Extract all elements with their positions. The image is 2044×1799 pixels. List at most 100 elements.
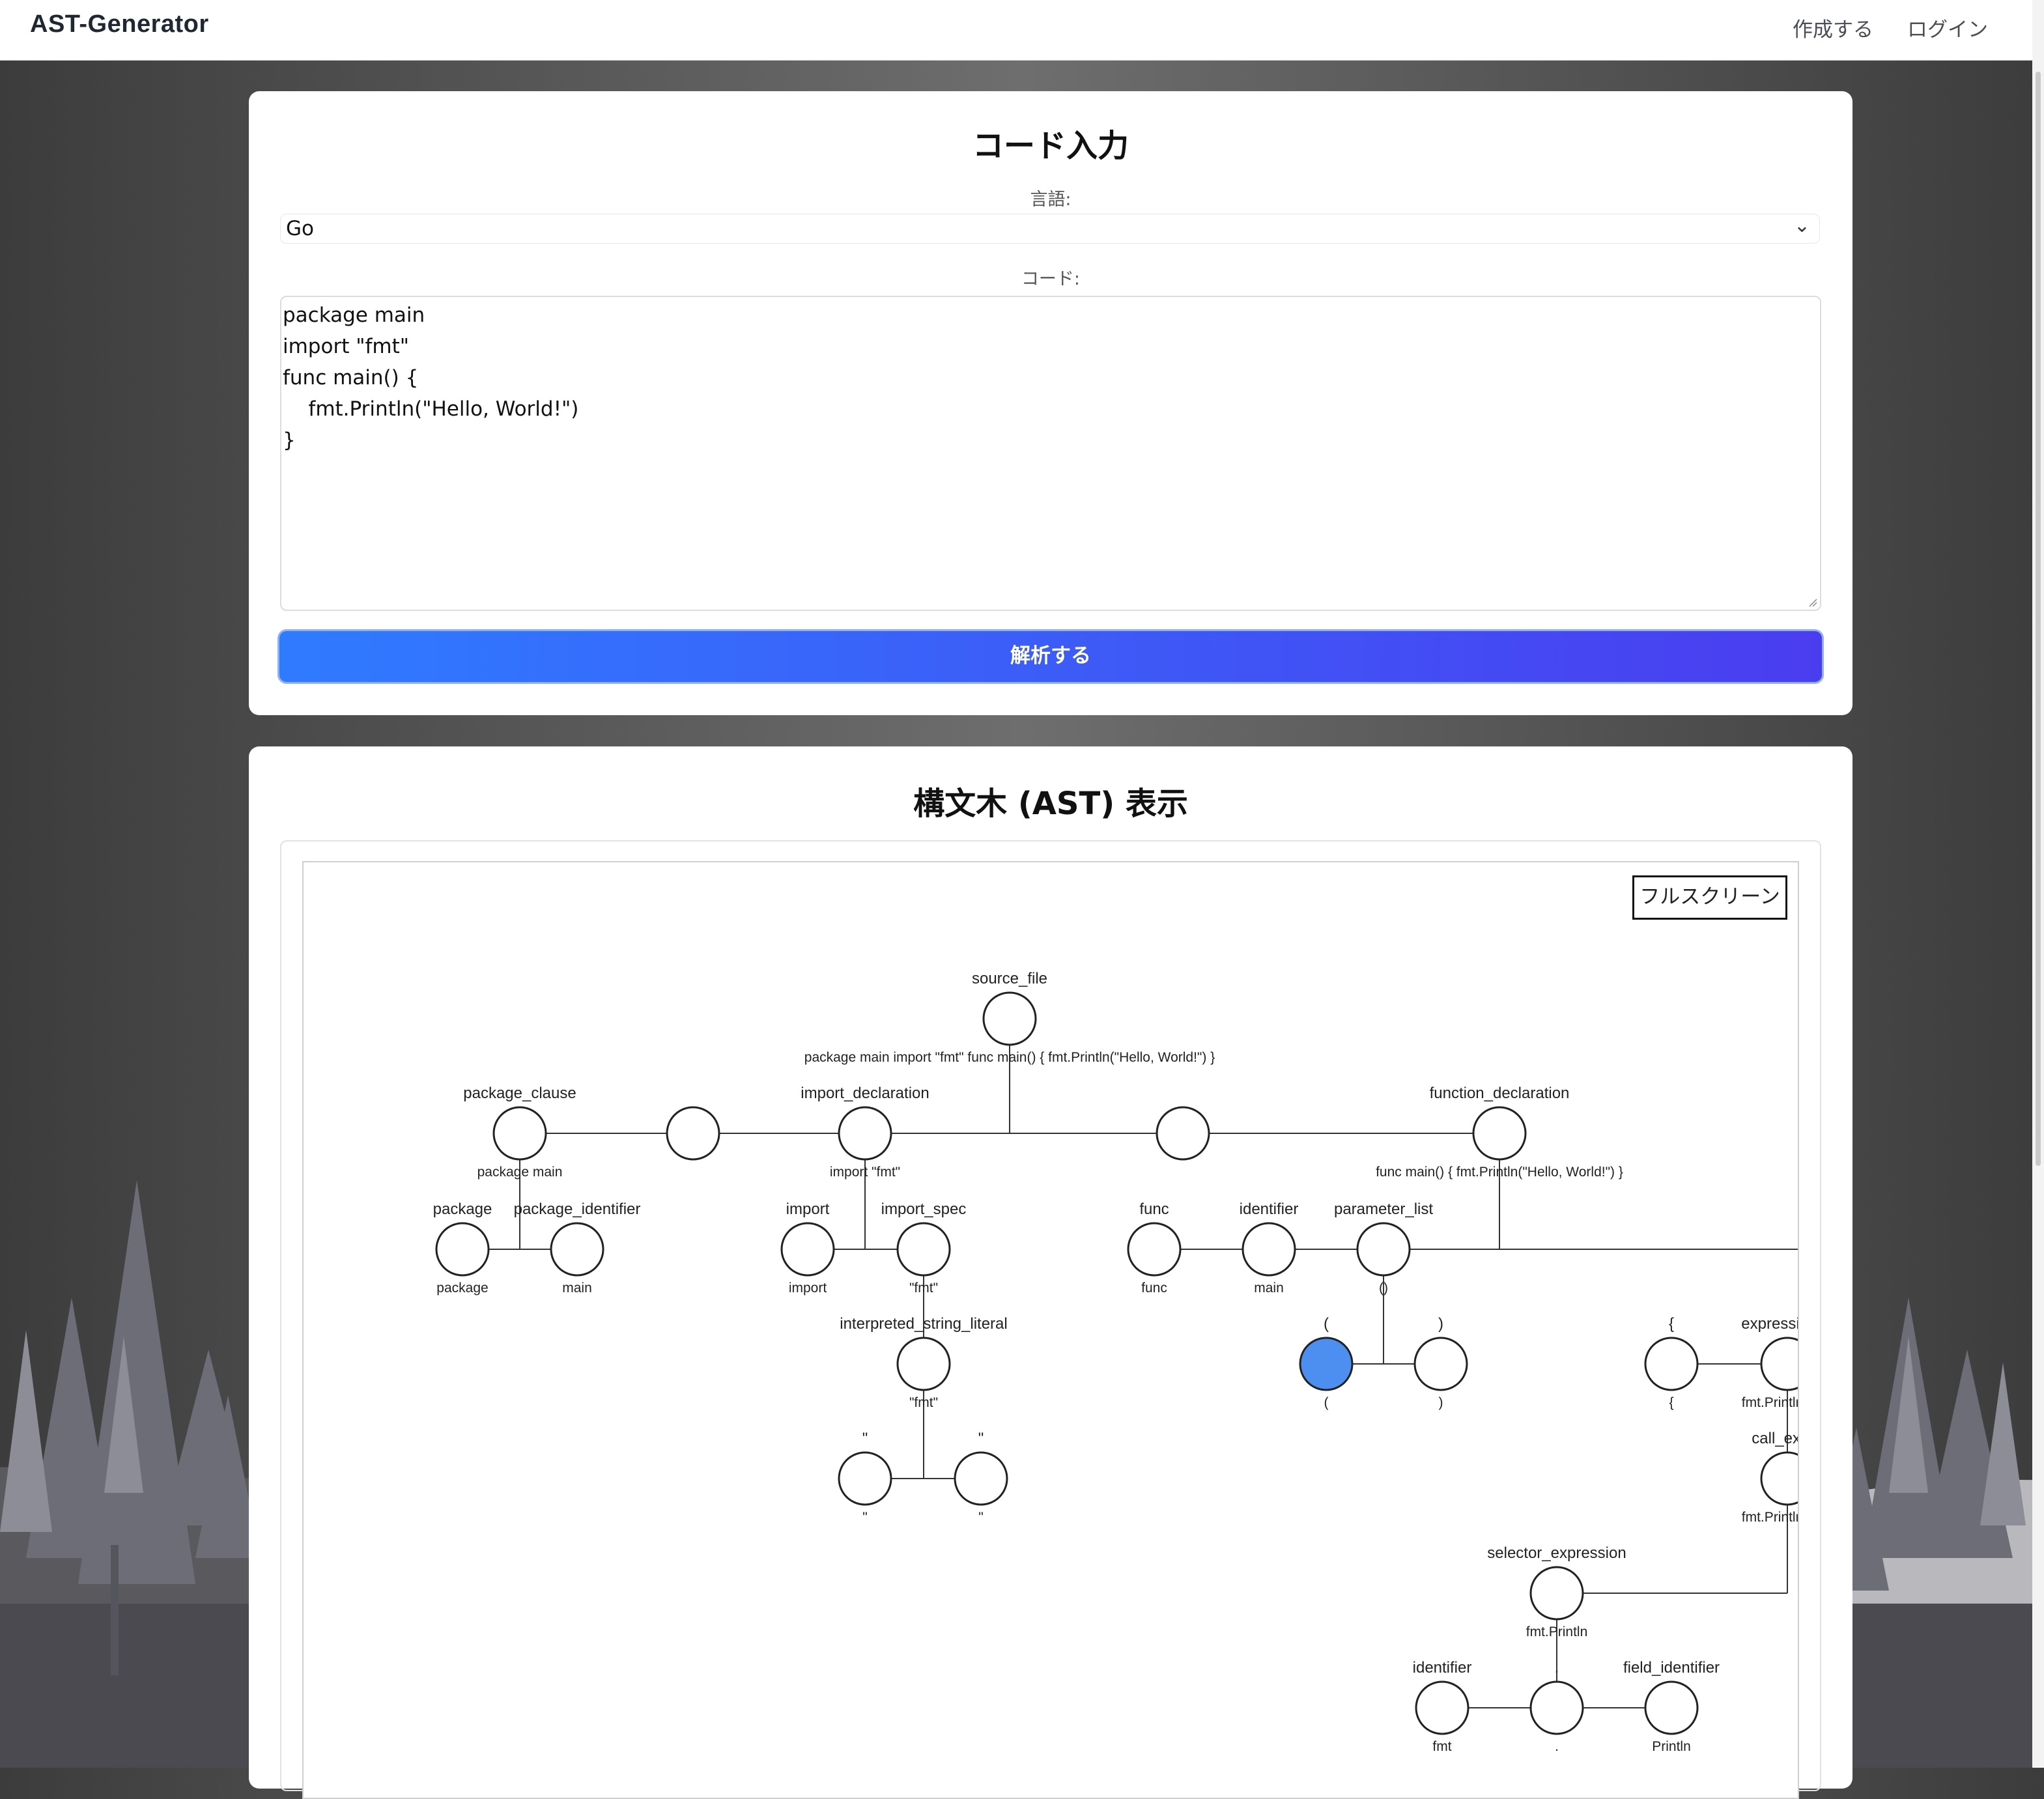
ast-node-source-text: package	[436, 1281, 488, 1296]
ast-node-paren-open[interactable]: ((	[1299, 1315, 1354, 1410]
ast-node-circle[interactable]	[1644, 1680, 1699, 1735]
ast-node-circle[interactable]	[780, 1222, 835, 1277]
ast-node-circle[interactable]	[1356, 1222, 1411, 1277]
ast-node-source-text: main	[1254, 1281, 1284, 1296]
ast-node-func[interactable]: func func	[1127, 1200, 1182, 1296]
ast-node-source-text: main	[562, 1281, 592, 1296]
ast-node-circle[interactable]	[492, 1106, 547, 1161]
ast-node-package-clause[interactable]: package_clausepackage main	[463, 1084, 576, 1180]
code-line: }	[283, 429, 296, 452]
ast-node-source-text: {	[1669, 1395, 1673, 1410]
ast-node-function-declaration[interactable]: function_declarationfunc main() { fmt.Pr…	[1376, 1084, 1623, 1180]
ast-node-circle[interactable]	[1529, 1680, 1584, 1735]
analyze-button[interactable]: 解析する	[277, 629, 1824, 684]
ast-node-source-text: ()	[1379, 1281, 1388, 1296]
ast-node-source-text: fmt.Println	[1526, 1624, 1588, 1639]
ast-node-circle[interactable]	[1299, 1337, 1354, 1391]
ast-node-circle[interactable]	[1127, 1222, 1182, 1277]
ast-node-sep1[interactable]	[666, 1106, 720, 1161]
ast-node-source-text: import "fmt"	[830, 1165, 900, 1180]
page-scrollbar-thumb[interactable]	[2036, 72, 2041, 1166]
ast-node-type-label: import_declaration	[801, 1084, 929, 1102]
nav-create-link[interactable]: 作成する	[1793, 13, 1873, 42]
ast-node-circle[interactable]	[1760, 1337, 1799, 1391]
ast-display-card: 構文木 (AST) 表示 フルスクリーン source_file package …	[249, 746, 1852, 1799]
ast-node-circle[interactable]	[954, 1451, 1008, 1506]
ast-node-type-label: field_identifier	[1623, 1659, 1720, 1677]
ast-node-type-label: "	[862, 1430, 868, 1447]
ast-node-identifier-fmt[interactable]: identifier fmt	[1413, 1659, 1472, 1754]
ast-node-quote-close[interactable]: ""	[954, 1430, 1008, 1525]
ast-node-dot[interactable]: ..	[1529, 1659, 1584, 1754]
ast-node-type-label: interpreted_string_literal	[840, 1315, 1007, 1333]
ast-node-parameter-list[interactable]: parameter_list ()	[1334, 1200, 1433, 1296]
ast-node-type-label: selector_expression	[1487, 1544, 1626, 1562]
ast-node-source-text: (	[1324, 1395, 1329, 1410]
ast-node-selector-expression[interactable]: selector_expression fmt.Println	[1487, 1544, 1626, 1639]
language-label: 言語:	[1030, 190, 1072, 210]
ast-node-interpreted-string-literal[interactable]: interpreted_string_literal "fmt"	[840, 1315, 1007, 1410]
ast-node-circle[interactable]	[896, 1222, 951, 1277]
ast-node-source-text: import	[789, 1281, 827, 1296]
fullscreen-button[interactable]: フルスクリーン	[1632, 875, 1787, 920]
ast-node-type-label: )	[1438, 1315, 1443, 1333]
ast-node-package-identifier[interactable]: package_identifiermain	[514, 1200, 641, 1296]
ast-node-source-text: package main	[477, 1165, 563, 1180]
ast-node-brace-open[interactable]: {{	[1644, 1315, 1699, 1410]
ast-node-import-spec[interactable]: import_spec "fmt"	[881, 1200, 967, 1296]
ast-node-type-label: package	[433, 1200, 492, 1218]
code-input-card: コード入力 言語: Go ⌄ コード: package main import …	[249, 91, 1852, 715]
ast-node-import-declaration[interactable]: import_declarationimport "fmt"	[801, 1084, 929, 1180]
ast-node-field-identifier[interactable]: field_identifier Println	[1623, 1659, 1720, 1754]
ast-canvas[interactable]: フルスクリーン source_file package main import "…	[302, 861, 1799, 1799]
ast-node-identifier-main[interactable]: identifier main	[1240, 1200, 1299, 1296]
ast-node-type-label: package_clause	[463, 1084, 576, 1102]
language-select[interactable]: Go ⌄	[280, 214, 1820, 244]
ast-node-type-label: .	[1555, 1659, 1559, 1677]
ast-node-type-label: "	[978, 1430, 984, 1447]
ast-node-import[interactable]: import import	[780, 1200, 835, 1296]
ast-node-sep2[interactable]	[1156, 1106, 1210, 1161]
ast-node-circle[interactable]	[1413, 1337, 1468, 1391]
ast-node-circle[interactable]	[435, 1222, 490, 1277]
ast-node-source-text: fmt	[1432, 1739, 1451, 1754]
code-line: fmt.Println("Hello, World!")	[283, 397, 579, 421]
ast-node-source-text: "fmt"	[909, 1281, 938, 1296]
nav-login-link[interactable]: ログイン	[1907, 13, 1988, 42]
ast-node-expression-statement[interactable]: expression_s fmt.Println("Hel	[1741, 1315, 1799, 1410]
code-line: func main() {	[283, 366, 419, 390]
resize-grip-icon[interactable]	[1807, 597, 1817, 607]
ast-node-circle[interactable]	[1472, 1106, 1527, 1161]
ast-node-source-file[interactable]: source_filepackage main import "fmt" fun…	[804, 970, 1215, 1065]
ast-node-type-label: (	[1324, 1315, 1329, 1333]
ast-tree-svg[interactable]: source_filepackage main import "fmt" fun…	[304, 862, 1799, 1799]
ast-node-source-text: .	[1555, 1739, 1559, 1754]
ast-node-circle[interactable]	[838, 1451, 892, 1506]
ast-node-type-label: import	[786, 1200, 830, 1218]
ast-node-circle[interactable]	[1415, 1680, 1469, 1735]
ast-node-circle[interactable]	[1156, 1106, 1210, 1161]
top-navbar: AST-Generator 作成する ログイン	[0, 0, 2032, 61]
ast-node-circle[interactable]	[1760, 1451, 1799, 1506]
ast-node-package[interactable]: package package	[433, 1200, 492, 1296]
ast-node-type-label: expression_s	[1741, 1315, 1799, 1333]
ast-node-circle[interactable]	[896, 1337, 951, 1391]
chevron-down-icon: ⌄	[1793, 214, 1810, 237]
ast-node-circle[interactable]	[1242, 1222, 1296, 1277]
ast-node-circle[interactable]	[666, 1106, 720, 1161]
code-line: package main	[283, 304, 425, 327]
ast-node-circle[interactable]	[1644, 1337, 1699, 1391]
ast-node-circle[interactable]	[838, 1106, 892, 1161]
ast-node-call-expression[interactable]: call_expre fmt.Println("Hel	[1742, 1430, 1799, 1525]
ast-node-paren-close[interactable]: ))	[1413, 1315, 1468, 1410]
ast-node-circle[interactable]	[1529, 1566, 1584, 1621]
ast-node-quote-open[interactable]: ""	[838, 1430, 892, 1525]
ast-node-source-text: func	[1141, 1281, 1167, 1296]
ast-node-circle[interactable]	[550, 1222, 604, 1277]
ast-node-source-text: Println	[1652, 1739, 1691, 1754]
code-textarea[interactable]: package main import "fmt" func main() { …	[280, 296, 1821, 611]
code-input-title: コード入力	[972, 128, 1129, 164]
ast-node-circle[interactable]	[982, 991, 1037, 1046]
ast-node-type-label: source_file	[972, 970, 1047, 987]
brand-logo[interactable]: AST-Generator	[30, 10, 209, 38]
